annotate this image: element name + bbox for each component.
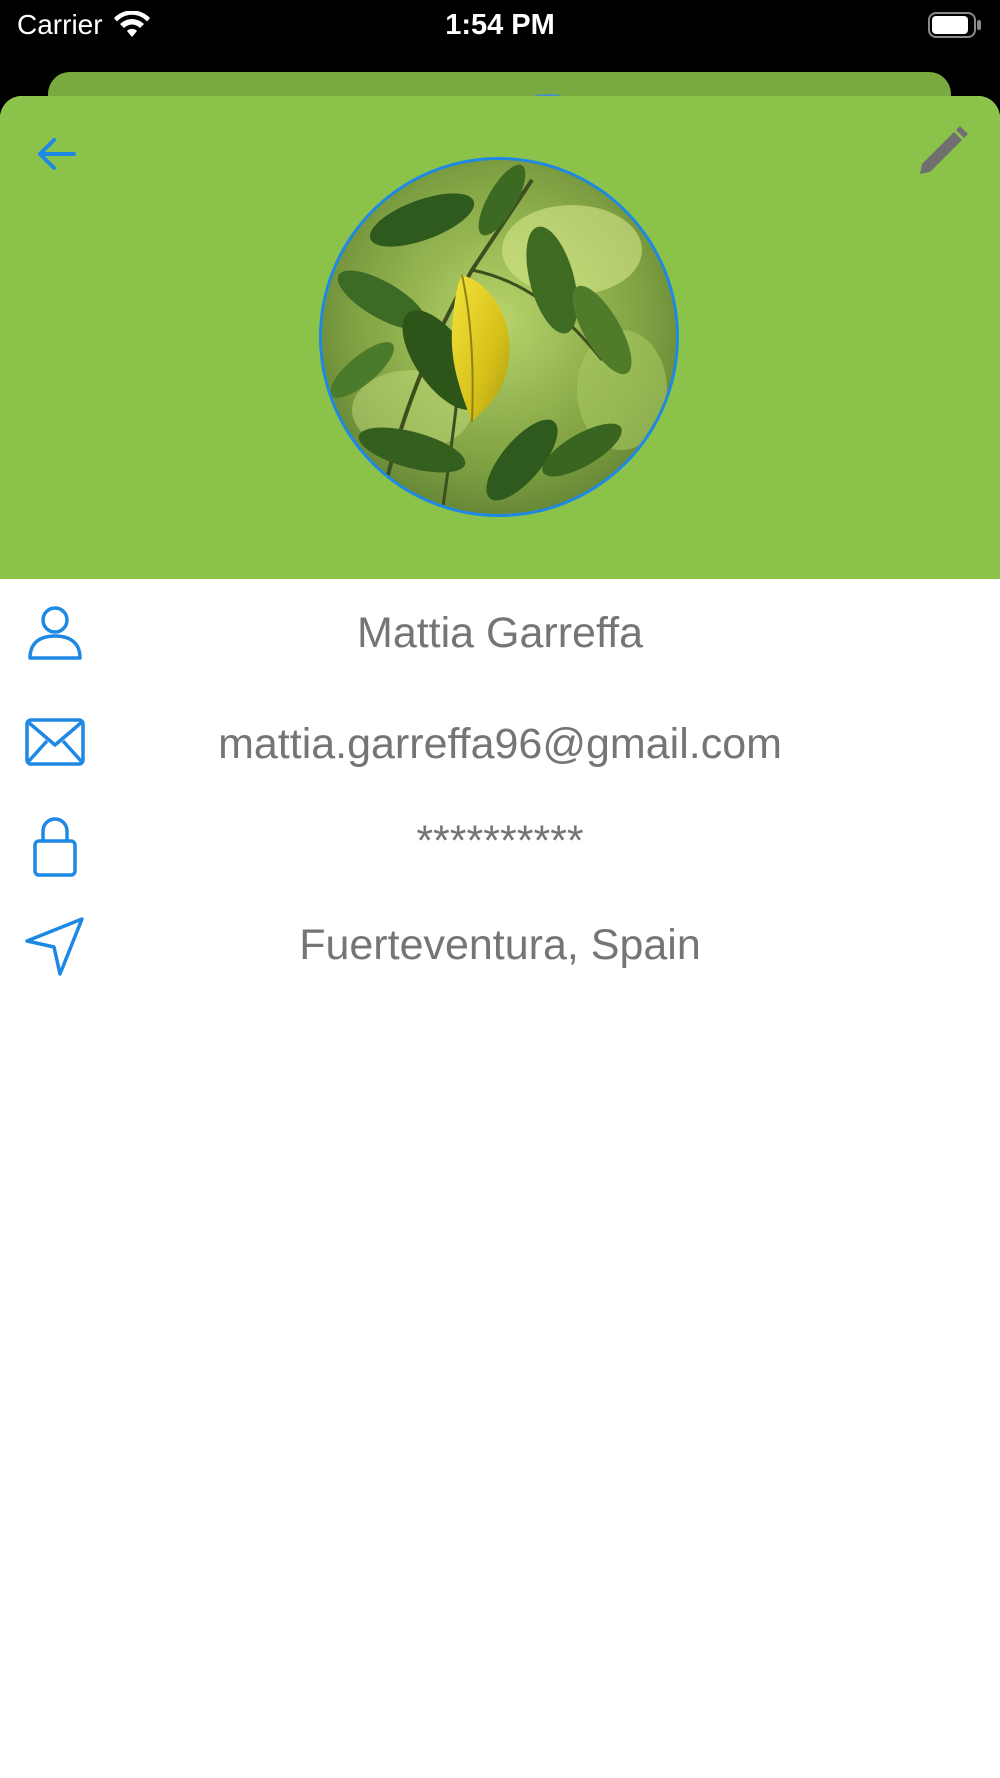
email-value: mattia.garreffa96@gmail.com xyxy=(218,720,782,768)
location-row: Fuerteventura, Spain xyxy=(0,909,1000,1019)
password-value: ********** xyxy=(416,817,584,865)
user-icon xyxy=(22,599,88,665)
lock-icon xyxy=(22,813,88,879)
battery-icon xyxy=(928,12,981,38)
edit-button[interactable] xyxy=(910,120,974,184)
navigation-arrow-icon xyxy=(22,913,88,979)
avatar[interactable] xyxy=(319,157,679,517)
status-bar: Carrier 1:54 PM xyxy=(0,0,1000,70)
email-row: mattia.garreffa96@gmail.com xyxy=(0,689,1000,799)
profile-header xyxy=(0,96,1000,579)
arrow-left-icon xyxy=(38,138,76,170)
location-value: Fuerteventura, Spain xyxy=(299,921,701,969)
status-time: 1:54 PM xyxy=(445,9,555,41)
plant-leaves-photo xyxy=(322,160,676,514)
name-row: Mattia Garreffa xyxy=(0,579,1000,689)
name-value: Mattia Garreffa xyxy=(357,609,643,657)
profile-sheet: Mattia Garreffa mattia.garreffa96@gmail.… xyxy=(0,96,1000,1778)
back-button[interactable] xyxy=(28,126,84,182)
password-row: ********** xyxy=(0,799,1000,909)
mail-icon xyxy=(22,709,88,775)
pencil-icon xyxy=(920,126,968,174)
